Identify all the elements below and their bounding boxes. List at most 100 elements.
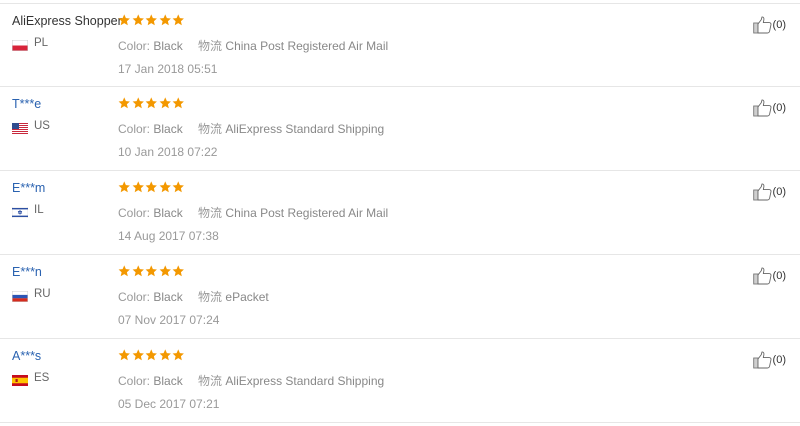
review-time: 05 Dec 2017 07:21	[118, 397, 220, 411]
review-item: E***n RU Color: Black 物流 ePacket 07 Nov …	[0, 255, 800, 339]
country-code: RU	[34, 288, 51, 300]
review-time: 17 Jan 2018 05:51	[118, 62, 218, 76]
country-code: IL	[34, 204, 44, 216]
reviewer-name[interactable]: E***m	[12, 181, 45, 195]
helpful-button[interactable]: (0)	[752, 16, 786, 34]
star-icon	[172, 349, 185, 361]
pl-flag-icon	[12, 38, 28, 51]
star-icon	[172, 14, 185, 26]
shipping-value: AliExpress Standard Shipping	[225, 374, 385, 388]
color-value: Black	[153, 206, 183, 220]
shipping-value: AliExpress Standard Shipping	[225, 122, 385, 136]
star-icon	[132, 181, 145, 193]
shipping-label: 物流	[198, 290, 223, 304]
reviewer-country: IL	[11, 204, 44, 218]
review-time: 14 Aug 2017 07:38	[118, 229, 219, 243]
color-label: Color:	[118, 290, 151, 304]
color-label: Color:	[118, 206, 151, 220]
color-value: Black	[153, 374, 183, 388]
star-icon	[159, 349, 172, 361]
order-attributes: Color: Black 物流 AliExpress Standard Ship…	[118, 120, 384, 137]
color-value: Black	[153, 39, 183, 53]
star-icon	[145, 265, 158, 277]
shipping-label: 物流	[198, 122, 223, 136]
thumbs-up-icon	[752, 183, 772, 201]
star-icon	[118, 181, 131, 193]
review-item: T***e US Color: Black 物流 AliExpress Stan…	[0, 87, 800, 171]
thumbs-up-icon	[752, 267, 772, 285]
review-item: E***m IL Color: Black 物流 China Post Regi…	[0, 171, 800, 255]
color-value: Black	[153, 290, 183, 304]
star-icon	[118, 265, 131, 277]
star-rating	[118, 14, 185, 26]
shipping-value: ePacket	[225, 290, 269, 304]
shipping-label: 物流	[198, 206, 223, 220]
star-icon	[145, 181, 158, 193]
feedback-list: AliExpress Shopper PL Color: Black 物流 Ch…	[0, 0, 800, 426]
es-flag-icon	[12, 373, 28, 386]
reviewer-name: AliExpress Shopper	[12, 14, 122, 28]
star-icon	[118, 349, 131, 361]
helpful-button[interactable]: (0)	[752, 183, 786, 201]
star-icon	[159, 97, 172, 109]
star-rating	[118, 265, 185, 277]
star-icon	[145, 349, 158, 361]
reviewer-name[interactable]: A***s	[12, 349, 41, 363]
star-icon	[172, 265, 185, 277]
order-attributes: Color: Black 物流 China Post Registered Ai…	[118, 204, 388, 221]
helpful-count: (0)	[772, 19, 786, 31]
reviewer-name[interactable]: T***e	[12, 97, 41, 111]
us-flag-icon	[12, 121, 28, 134]
star-icon	[159, 265, 172, 277]
star-icon	[172, 181, 185, 193]
star-icon	[145, 97, 158, 109]
helpful-button[interactable]: (0)	[752, 99, 786, 117]
review-time: 07 Nov 2017 07:24	[118, 313, 220, 327]
star-icon	[159, 181, 172, 193]
country-code: US	[34, 120, 50, 132]
helpful-count: (0)	[772, 270, 786, 282]
shipping-label: 物流	[198, 39, 223, 53]
star-icon	[132, 265, 145, 277]
star-rating	[118, 349, 185, 361]
thumbs-up-icon	[752, 351, 772, 369]
order-attributes: Color: Black 物流 China Post Registered Ai…	[118, 37, 388, 54]
reviewer-name[interactable]: E***n	[12, 265, 42, 279]
star-icon	[172, 97, 185, 109]
color-label: Color:	[118, 374, 151, 388]
il-flag-icon	[11, 205, 29, 218]
review-item: AliExpress Shopper PL Color: Black 物流 Ch…	[0, 3, 800, 87]
star-icon	[145, 14, 158, 26]
helpful-button[interactable]: (0)	[752, 351, 786, 369]
order-attributes: Color: Black 物流 ePacket	[118, 288, 269, 305]
helpful-count: (0)	[772, 186, 786, 198]
reviewer-country: RU	[12, 288, 51, 302]
thumbs-up-icon	[752, 16, 772, 34]
star-rating	[118, 97, 185, 109]
helpful-button[interactable]: (0)	[752, 267, 786, 285]
shipping-value: China Post Registered Air Mail	[225, 206, 389, 220]
thumbs-up-icon	[752, 99, 772, 117]
country-code: ES	[34, 372, 50, 384]
star-rating	[118, 181, 185, 193]
star-icon	[118, 14, 131, 26]
star-icon	[132, 349, 145, 361]
star-icon	[159, 14, 172, 26]
reviewer-country: US	[12, 120, 50, 134]
ru-flag-icon	[12, 289, 28, 302]
reviewer-country: ES	[12, 372, 50, 386]
review-time: 10 Jan 2018 07:22	[118, 145, 218, 159]
color-value: Black	[153, 122, 183, 136]
helpful-count: (0)	[772, 102, 786, 114]
reviewer-country: PL	[12, 37, 49, 51]
country-code: PL	[34, 37, 49, 49]
review-item: A***s ES Color: Black 物流 AliExpress Stan…	[0, 339, 800, 423]
shipping-value: China Post Registered Air Mail	[225, 39, 389, 53]
color-label: Color:	[118, 122, 151, 136]
star-icon	[118, 97, 131, 109]
star-icon	[132, 14, 145, 26]
color-label: Color:	[118, 39, 151, 53]
order-attributes: Color: Black 物流 AliExpress Standard Ship…	[118, 372, 384, 389]
shipping-label: 物流	[198, 374, 223, 388]
star-icon	[132, 97, 145, 109]
